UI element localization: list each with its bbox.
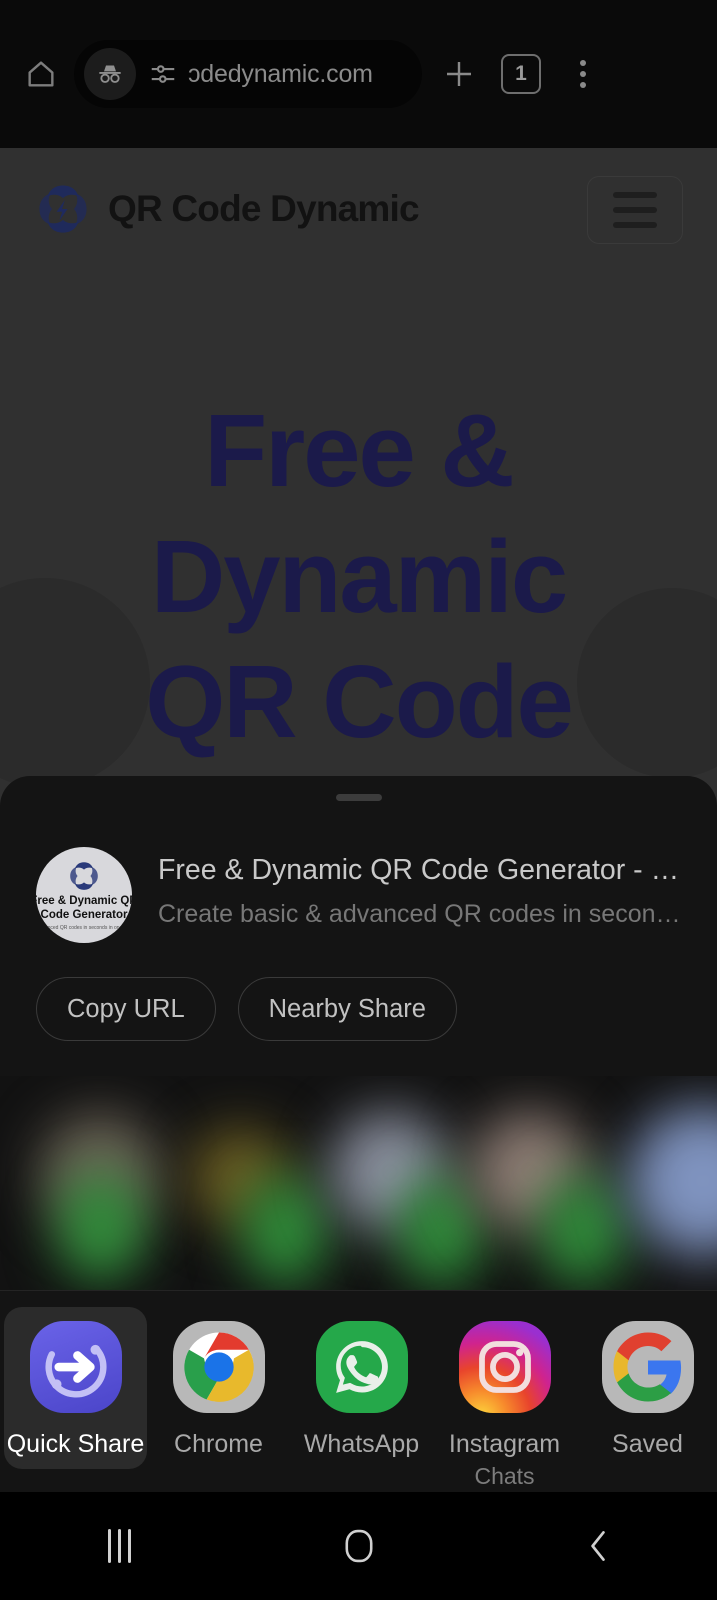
phone-screen: ɔdedynamic.com 1 QR Code Dynamic Free & … [0, 0, 717, 1600]
app-sublabel: Chats [474, 1463, 535, 1489]
preview-thumbnail: Free & Dynamic QR Code Generator Create … [36, 847, 132, 943]
hero-section: Free & Dynamic QR Code [0, 270, 717, 765]
app-target-instagram[interactable]: Instagram Chats [433, 1307, 576, 1492]
incognito-icon [84, 48, 136, 100]
contact-blur [628, 1106, 717, 1256]
preview-subtitle: Create basic & advanced QR codes in seco… [158, 899, 681, 928]
app-label: Saved [612, 1430, 683, 1458]
chrome-icon [172, 1321, 265, 1413]
app-label: Chrome [174, 1430, 263, 1458]
back-button[interactable] [538, 1492, 658, 1600]
nearby-share-chip[interactable]: Nearby Share [237, 977, 457, 1041]
app-target-quick-share[interactable]: Quick Share [4, 1307, 147, 1469]
qr-code-dynamic-logo-icon [39, 185, 87, 233]
quick-share-icon [29, 1321, 122, 1413]
home-button[interactable] [299, 1492, 419, 1600]
url-text: ɔdedynamic.com [188, 59, 373, 88]
heading-line-1: Free & [204, 393, 515, 508]
whatsapp-icon [315, 1321, 408, 1413]
app-label: Instagram [448, 1430, 561, 1458]
direct-share-contacts-strip[interactable] [0, 1076, 717, 1291]
tab-switcher-button[interactable]: 1 [490, 43, 552, 105]
page-info-tune-icon[interactable] [148, 59, 178, 89]
share-preview: Free & Dynamic QR Code Generator Create … [0, 801, 717, 943]
contact-blur [242, 1176, 328, 1286]
thumb-title-line1: Free & Dynamic QR [36, 894, 132, 907]
contact-blur [398, 1176, 484, 1286]
drag-handle[interactable] [335, 794, 382, 801]
divider [0, 1289, 717, 1291]
copy-url-chip[interactable]: Copy URL [36, 977, 216, 1041]
instagram-icon [458, 1321, 551, 1413]
android-navigation-bar [0, 1492, 717, 1600]
google-icon [601, 1321, 694, 1413]
app-target-saved[interactable]: Saved [576, 1307, 717, 1469]
preview-title: Free & Dynamic QR Code Generator - QR … [158, 854, 681, 886]
heading-line-2: Dynamic [150, 518, 568, 634]
new-tab-button[interactable] [428, 43, 490, 105]
recents-button[interactable] [60, 1492, 180, 1600]
app-target-whatsapp[interactable]: WhatsApp [290, 1307, 433, 1469]
heading-line-3: QR Code [145, 644, 574, 760]
tab-count: 1 [501, 54, 541, 94]
page-title: Free & Dynamic QR Code [0, 388, 717, 765]
hamburger-menu-icon[interactable] [587, 176, 683, 244]
quick-action-chips: Copy URL Nearby Share [0, 943, 717, 1041]
thumb-caption: Create basic & advanced QR codes in seco… [36, 925, 132, 932]
app-target-chrome[interactable]: Chrome [147, 1307, 290, 1469]
app-label: WhatsApp [303, 1430, 420, 1458]
contact-blur [540, 1176, 626, 1286]
share-sheet: Free & Dynamic QR Code Generator Create … [0, 776, 717, 1492]
three-dot-menu-icon[interactable] [552, 43, 614, 105]
app-targets-row: Quick Share Chrome WhatsApp Instagram Ch… [0, 1291, 717, 1492]
browser-toolbar: ɔdedynamic.com 1 [0, 0, 717, 148]
site-header: QR Code Dynamic [0, 148, 717, 270]
qr-code-dynamic-logo-icon [70, 862, 98, 890]
app-label: Quick Share [6, 1430, 145, 1458]
site-title: QR Code Dynamic [108, 188, 420, 229]
omnibox[interactable]: ɔdedynamic.com [74, 40, 422, 108]
contact-blur [58, 1172, 144, 1282]
thumb-title-line2: Code Generator [40, 908, 128, 921]
home-icon[interactable] [14, 47, 68, 101]
